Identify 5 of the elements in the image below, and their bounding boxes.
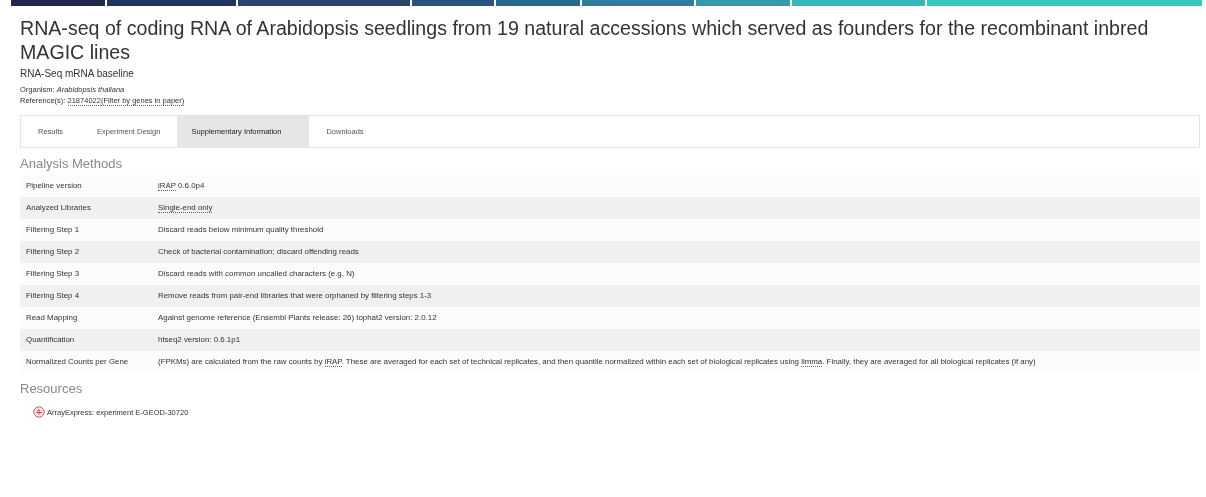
section-heading: Resources xyxy=(20,381,84,396)
section-heading: Analysis Methods xyxy=(20,156,123,171)
logo-icon xyxy=(33,406,45,418)
page-title: RNA-seq of coding RNA of Arabidopsis seedlings from 19 natural accessions which served as founders for the recombinant inbred MAGIC lines xyxy=(20,16,1150,64)
experiment-type: RNA-Seq mRNA baseline xyxy=(20,68,135,79)
